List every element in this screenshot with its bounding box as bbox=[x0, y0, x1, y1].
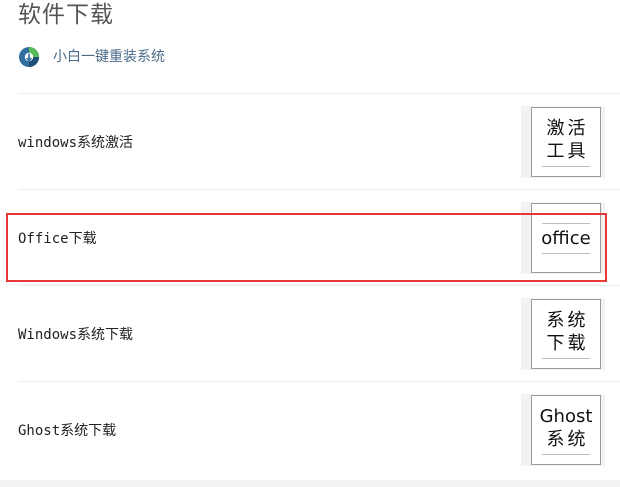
bottom-strip bbox=[0, 480, 620, 487]
download-list: windows系统激活 激活 工具 Office下载 office Window… bbox=[18, 93, 620, 477]
thumbnail-text: 系统 bbox=[546, 429, 589, 450]
list-item-windows-activation[interactable]: windows系统激活 激活 工具 bbox=[18, 94, 620, 190]
list-item-windows-download[interactable]: Windows系统下载 系统 下载 bbox=[18, 286, 620, 382]
thumbnail-rule bbox=[542, 358, 590, 359]
thumbnail-rule bbox=[542, 166, 590, 167]
page-title: 软件下载 bbox=[18, 2, 114, 28]
thumbnail-rule bbox=[542, 222, 590, 224]
source-row[interactable]: 小白一键重装系统 bbox=[18, 44, 165, 70]
list-item-ghost-download[interactable]: Ghost系统下载 Ghost 系统 bbox=[18, 382, 620, 477]
thumbnail-card: 系统 下载 bbox=[531, 299, 601, 369]
list-item-office-download[interactable]: Office下载 office bbox=[18, 190, 620, 286]
item-label[interactable]: Ghost系统下载 bbox=[18, 420, 116, 440]
thumbnail-text: office bbox=[541, 227, 591, 249]
item-thumbnail[interactable]: Ghost 系统 bbox=[521, 394, 605, 466]
thumbnail-text: Ghost bbox=[539, 406, 593, 427]
thumbnail-rule bbox=[542, 252, 590, 254]
thumbnail-rule bbox=[542, 454, 590, 455]
item-thumbnail[interactable]: office bbox=[521, 202, 605, 274]
thumbnail-text: 激活 bbox=[546, 118, 589, 139]
item-label[interactable]: windows系统激活 bbox=[18, 132, 133, 152]
item-label[interactable]: Office下载 bbox=[18, 228, 97, 248]
source-label[interactable]: 小白一键重装系统 bbox=[53, 44, 165, 70]
thumbnail-text: 下载 bbox=[546, 333, 589, 354]
app-logo-icon bbox=[19, 47, 39, 67]
thumbnail-card: Ghost 系统 bbox=[531, 395, 601, 465]
thumbnail-card: office bbox=[531, 203, 601, 273]
item-thumbnail[interactable]: 激活 工具 bbox=[521, 106, 605, 178]
item-label[interactable]: Windows系统下载 bbox=[18, 324, 133, 344]
thumbnail-card: 激活 工具 bbox=[531, 107, 601, 177]
thumbnail-text: 工具 bbox=[546, 141, 589, 162]
thumbnail-text: 系统 bbox=[546, 310, 589, 331]
item-thumbnail[interactable]: 系统 下载 bbox=[521, 298, 605, 370]
